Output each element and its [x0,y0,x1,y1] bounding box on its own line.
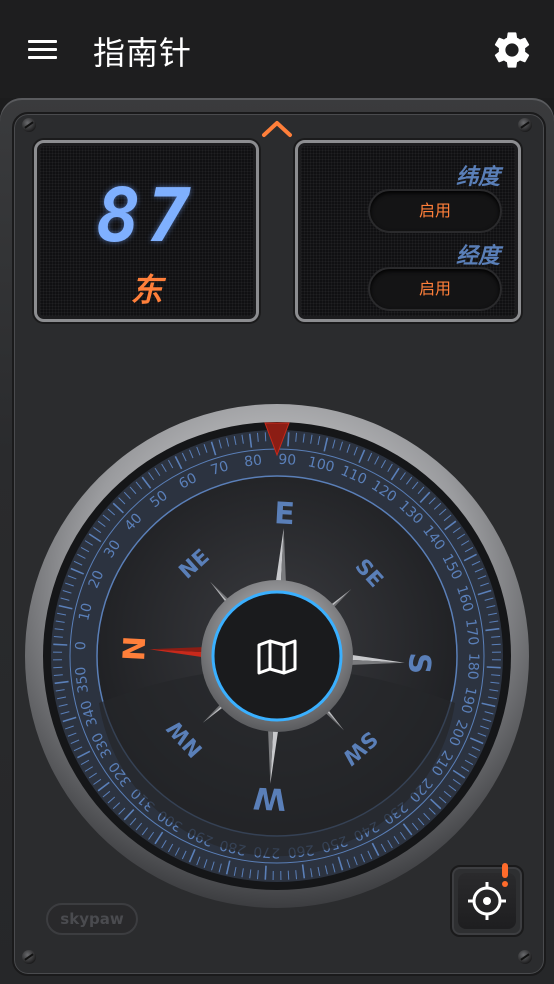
dial-tick [287,432,290,447]
hamburger-menu-icon-line [28,48,57,51]
menu-button[interactable] [22,30,64,70]
longitude-enable-button[interactable]: 启用 [368,267,502,311]
dial-degree-label: 0 [73,641,89,651]
settings-button[interactable] [490,28,534,72]
gear-icon [494,32,530,68]
coordinates-display: 纬度 启用 经度 启用 [295,140,521,322]
brand-logo: skypaw [46,903,138,935]
heading-direction: 东 [130,271,163,309]
heading-degrees: 87 [95,173,198,259]
exclamation-icon [502,863,508,887]
screw-icon [518,118,532,132]
cardinal-label-w: W [252,779,287,816]
dial-degree-label: 180 [464,652,481,680]
hamburger-menu-icon [28,40,57,43]
screw-icon [518,950,532,964]
dial-tick [486,666,501,669]
latitude-enable-button[interactable]: 启用 [368,189,502,233]
dial-tick [53,643,68,646]
map-button[interactable] [211,590,343,722]
cardinal-label-s: S [401,652,437,675]
longitude-label: 经度 [455,244,500,269]
dial-degree-label: 90 [278,452,297,469]
latitude-label: 纬度 [455,165,500,190]
dial-degree-label: 170 [462,618,481,646]
cardinal-label-n: N [117,635,153,662]
heading-display: 87 东 [34,140,259,322]
locate-button[interactable] [450,865,524,937]
dial-degree-label: 80 [243,452,263,470]
compass-dial: 010203040506070 80 90 100 110120130140150160… [25,404,529,908]
page-title: 指南针 [93,34,193,72]
dial-tick [264,865,267,880]
dial-degree-label: 350 [73,666,92,694]
chevron-up-icon[interactable] [260,116,294,140]
hamburger-menu-icon-line [28,56,57,59]
app-bar: 指南针 [0,0,554,98]
screw-icon [22,950,36,964]
cardinal-label-e: E [273,496,295,532]
screw-icon [22,118,36,132]
